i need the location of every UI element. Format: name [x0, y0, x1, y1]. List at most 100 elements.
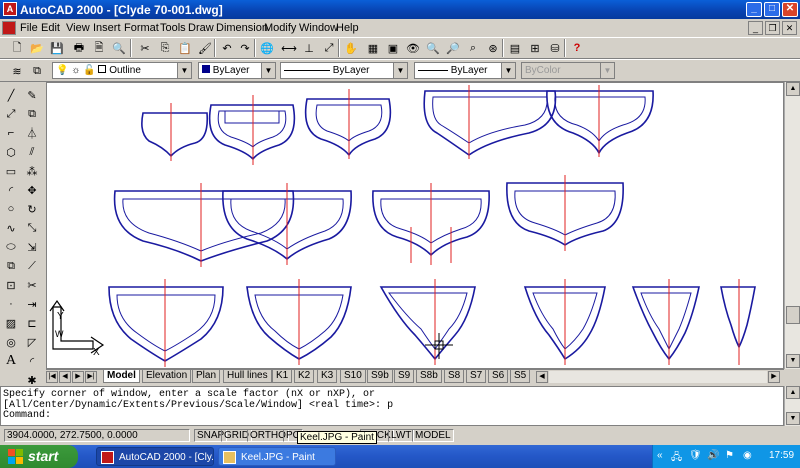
first-tab-icon[interactable]: |◀	[46, 371, 58, 383]
network-icon[interactable]: 🖧	[671, 450, 682, 467]
last-tab-icon[interactable]: ▶|	[85, 371, 97, 383]
save-icon[interactable]: 💾	[48, 39, 66, 57]
zoom-window-icon[interactable]: 🔎	[444, 39, 462, 57]
region-icon[interactable]: ◎	[2, 333, 20, 351]
lwt-toggle[interactable]: LWT	[388, 429, 415, 442]
tab-plan[interactable]: Plan	[192, 370, 221, 383]
chamfer-icon[interactable]: ◸	[23, 333, 41, 351]
command-scrollbar[interactable]: ▲ ▼	[784, 386, 800, 426]
menu-tools[interactable]: Tools	[160, 22, 186, 34]
menu-help[interactable]: Help	[336, 22, 359, 34]
tab-s8b[interactable]: S8b	[416, 370, 442, 383]
vertical-scrollbar[interactable]: ▲ ▼	[784, 82, 800, 369]
redo-icon[interactable]: ↷	[236, 39, 254, 57]
command-window[interactable]: Specify corner of window, enter a scale …	[0, 386, 784, 426]
tab-k3[interactable]: K3	[317, 370, 338, 383]
doc-minimize-button[interactable]: _	[748, 21, 763, 35]
menu-modify[interactable]: Modify	[264, 22, 296, 34]
scroll-down-icon[interactable]: ▼	[786, 412, 800, 425]
extend-icon[interactable]: ⇥	[23, 295, 41, 313]
3d-orbit-icon[interactable]: 👁	[404, 39, 422, 57]
properties-icon[interactable]: ▤	[506, 39, 524, 57]
tab-k2[interactable]: K2	[294, 370, 315, 383]
tray-app-icon[interactable]: ⚑	[725, 450, 734, 461]
tab-k1[interactable]: K1	[272, 370, 293, 383]
move-icon[interactable]: ✥	[23, 181, 41, 199]
menu-format[interactable]: Format	[124, 22, 159, 34]
zoom-extents-icon[interactable]: ⊛	[484, 39, 502, 57]
task-autocad[interactable]: AutoCAD 2000 - [Cly...	[96, 447, 214, 466]
design-center-icon[interactable]: ⊞	[526, 39, 544, 57]
break-icon[interactable]: ⊏	[23, 314, 41, 332]
arc-icon[interactable]: ◜	[2, 181, 20, 199]
rectangle-icon[interactable]: ▭	[2, 162, 20, 180]
menu-insert[interactable]: Insert	[93, 22, 121, 34]
construction-line-icon[interactable]: ⤢	[2, 105, 20, 123]
tab-s8[interactable]: S8	[444, 370, 465, 383]
scroll-left-icon[interactable]: ◀	[536, 371, 548, 383]
linetype-dropdown[interactable]: ByLayer ▼	[280, 62, 408, 79]
circle-icon[interactable]: ○	[2, 200, 20, 218]
point-icon[interactable]: ·	[2, 295, 20, 313]
match-properties-icon[interactable]: 🖌	[196, 39, 214, 57]
tab-s10[interactable]: S10	[340, 370, 366, 383]
scroll-thumb[interactable]	[786, 306, 800, 324]
drawing-canvas[interactable]: Y X W	[46, 82, 784, 369]
document-icon[interactable]	[2, 21, 16, 35]
make-current-icon[interactable]: ⧉	[28, 62, 46, 80]
named-views-icon[interactable]: ▦	[364, 39, 382, 57]
scroll-up-icon[interactable]: ▲	[786, 82, 800, 96]
tab-s9b[interactable]: S9b	[367, 370, 393, 383]
task-paint[interactable]: Keel.JPG - Paint	[218, 447, 336, 466]
tab-s6[interactable]: S6	[488, 370, 509, 383]
trim-icon[interactable]: ✂	[23, 276, 41, 294]
volume-icon[interactable]: 🔊	[707, 450, 719, 461]
menu-edit[interactable]: Edit	[41, 22, 60, 34]
zoom-realtime-icon[interactable]: 🔍	[424, 39, 442, 57]
tab-elevation[interactable]: Elevation	[142, 370, 192, 383]
menu-draw[interactable]: Draw	[188, 22, 214, 34]
doc-close-button[interactable]: ✕	[782, 21, 797, 35]
tray-app-icon[interactable]: ◉	[743, 450, 752, 461]
lineweight-dropdown[interactable]: ByLayer ▼	[414, 62, 516, 79]
command-prompt[interactable]: Command:	[3, 410, 781, 422]
maximize-button[interactable]: □	[764, 2, 780, 17]
database-icon[interactable]: ⛁	[546, 39, 564, 57]
open-icon[interactable]: 📂	[28, 39, 46, 57]
text-icon[interactable]: A	[2, 352, 20, 370]
tab-s7[interactable]: S7	[466, 370, 487, 383]
new-icon[interactable]: 🗋	[8, 39, 26, 57]
layer-dropdown[interactable]: 💡 ☼ 🔓 Outline ▼	[52, 62, 192, 79]
print-icon[interactable]: 🖶	[70, 39, 88, 57]
ellipse-icon[interactable]: ⬭	[2, 238, 20, 256]
clock[interactable]: 17:59	[769, 450, 794, 461]
make-block-icon[interactable]: ⊡	[2, 276, 20, 294]
horizontal-scrollbar[interactable]	[549, 371, 767, 383]
tab-s9[interactable]: S9	[394, 370, 415, 383]
rotate-icon[interactable]: ↻	[23, 200, 41, 218]
menu-dimension[interactable]: Dimension	[216, 22, 268, 34]
model-toggle[interactable]: MODEL	[412, 429, 454, 442]
paste-icon[interactable]: 📋	[176, 39, 194, 57]
tab-s5[interactable]: S5	[510, 370, 531, 383]
polygon-icon[interactable]: ⬡	[2, 143, 20, 161]
scroll-right-icon[interactable]: ▶	[768, 371, 780, 383]
doc-restore-button[interactable]: ❐	[765, 21, 780, 35]
minimize-button[interactable]: _	[746, 2, 762, 17]
distance-icon[interactable]: ⤢	[320, 39, 338, 57]
help-icon[interactable]: ?	[568, 39, 586, 57]
tracking-icon[interactable]: ⟷	[280, 39, 298, 57]
next-tab-icon[interactable]: ▶	[72, 371, 84, 383]
hatch-icon[interactable]: ▨	[2, 314, 20, 332]
menu-window[interactable]: Window	[299, 22, 338, 34]
erase-icon[interactable]: ✎	[23, 86, 41, 104]
find-icon[interactable]: 🔍	[110, 39, 128, 57]
tab-model[interactable]: Model	[103, 370, 140, 383]
copy-icon[interactable]: ⎘	[156, 39, 174, 57]
stretch-icon[interactable]: ⇲	[23, 238, 41, 256]
color-dropdown[interactable]: ByLayer ▼	[198, 62, 276, 79]
offset-icon[interactable]: ⫽	[23, 143, 41, 161]
scroll-down-icon[interactable]: ▼	[786, 354, 800, 368]
undo-icon[interactable]: ↶	[218, 39, 236, 57]
copy-object-icon[interactable]: ⧉	[23, 105, 41, 123]
